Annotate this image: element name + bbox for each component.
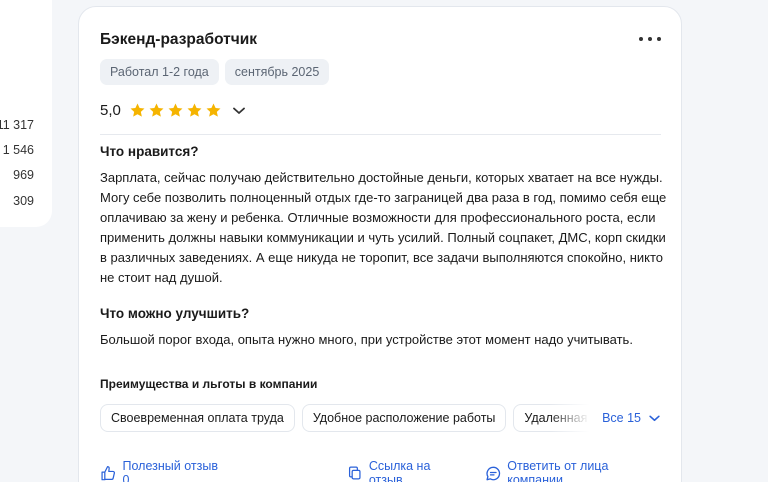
count-2: 1 546 [2,143,34,157]
thumbs-up-icon [101,465,116,480]
more-options-icon[interactable] [639,31,661,47]
rating-value: 5,0 [100,102,121,119]
all-benefits-button[interactable]: Все 15 [602,411,660,425]
review-title: Бэкенд-разработчик [100,31,258,48]
review-card: Бэкенд-разработчик Работал 1-2 года сент… [78,6,682,482]
review-footer: Полезный отзыв 0 Ссылка на отзыв Ответит… [100,459,663,482]
benefit-chip: Своевременная оплата труда [100,404,295,432]
benefits-fade: Все 15 [549,404,664,432]
benefits-title: Преимущества и льготы в компании [100,377,318,391]
review-link-label: Ссылка на отзыв [368,459,431,482]
chevron-down-icon [649,415,660,421]
count-4: 309 [13,194,34,208]
side-panel: 11 317 1 546 969 309 [0,0,52,227]
count-3: 969 [13,168,34,182]
chat-icon [486,466,500,480]
count-1: 11 317 [0,118,34,132]
divider [100,134,661,135]
date-chip: сентябрь 2025 [224,59,330,85]
rating-stars [129,102,222,119]
likes-title: Что нравится? [100,144,199,159]
copy-icon [349,466,361,480]
improve-text: Большой порог входа, опыта нужно много, … [100,332,633,347]
benefit-chip: Удобное расположение работы [301,404,507,432]
useful-review-button[interactable]: Полезный отзыв 0 [100,459,225,482]
chevron-down-icon[interactable] [232,104,246,118]
reply-as-company-button[interactable]: Ответить от лица компании [485,459,663,482]
likes-text: Зарплата, сейчас получаю действительно д… [100,170,667,285]
star-icon [186,102,203,119]
reply-as-company-label: Ответить от лица компании [507,459,609,482]
star-icon [167,102,184,119]
rating: 5,0 [100,102,246,119]
all-benefits-label: Все 15 [602,411,641,425]
star-icon [205,102,222,119]
review-link-button[interactable]: Ссылка на отзыв [347,459,464,482]
star-icon [129,102,146,119]
star-icon [148,102,165,119]
review-chips: Работал 1-2 года сентябрь 2025 [100,59,330,85]
useful-review-label: Полезный отзыв 0 [122,459,218,482]
improve-title: Что можно улучшить? [100,306,250,321]
tenure-chip: Работал 1-2 года [100,59,219,85]
